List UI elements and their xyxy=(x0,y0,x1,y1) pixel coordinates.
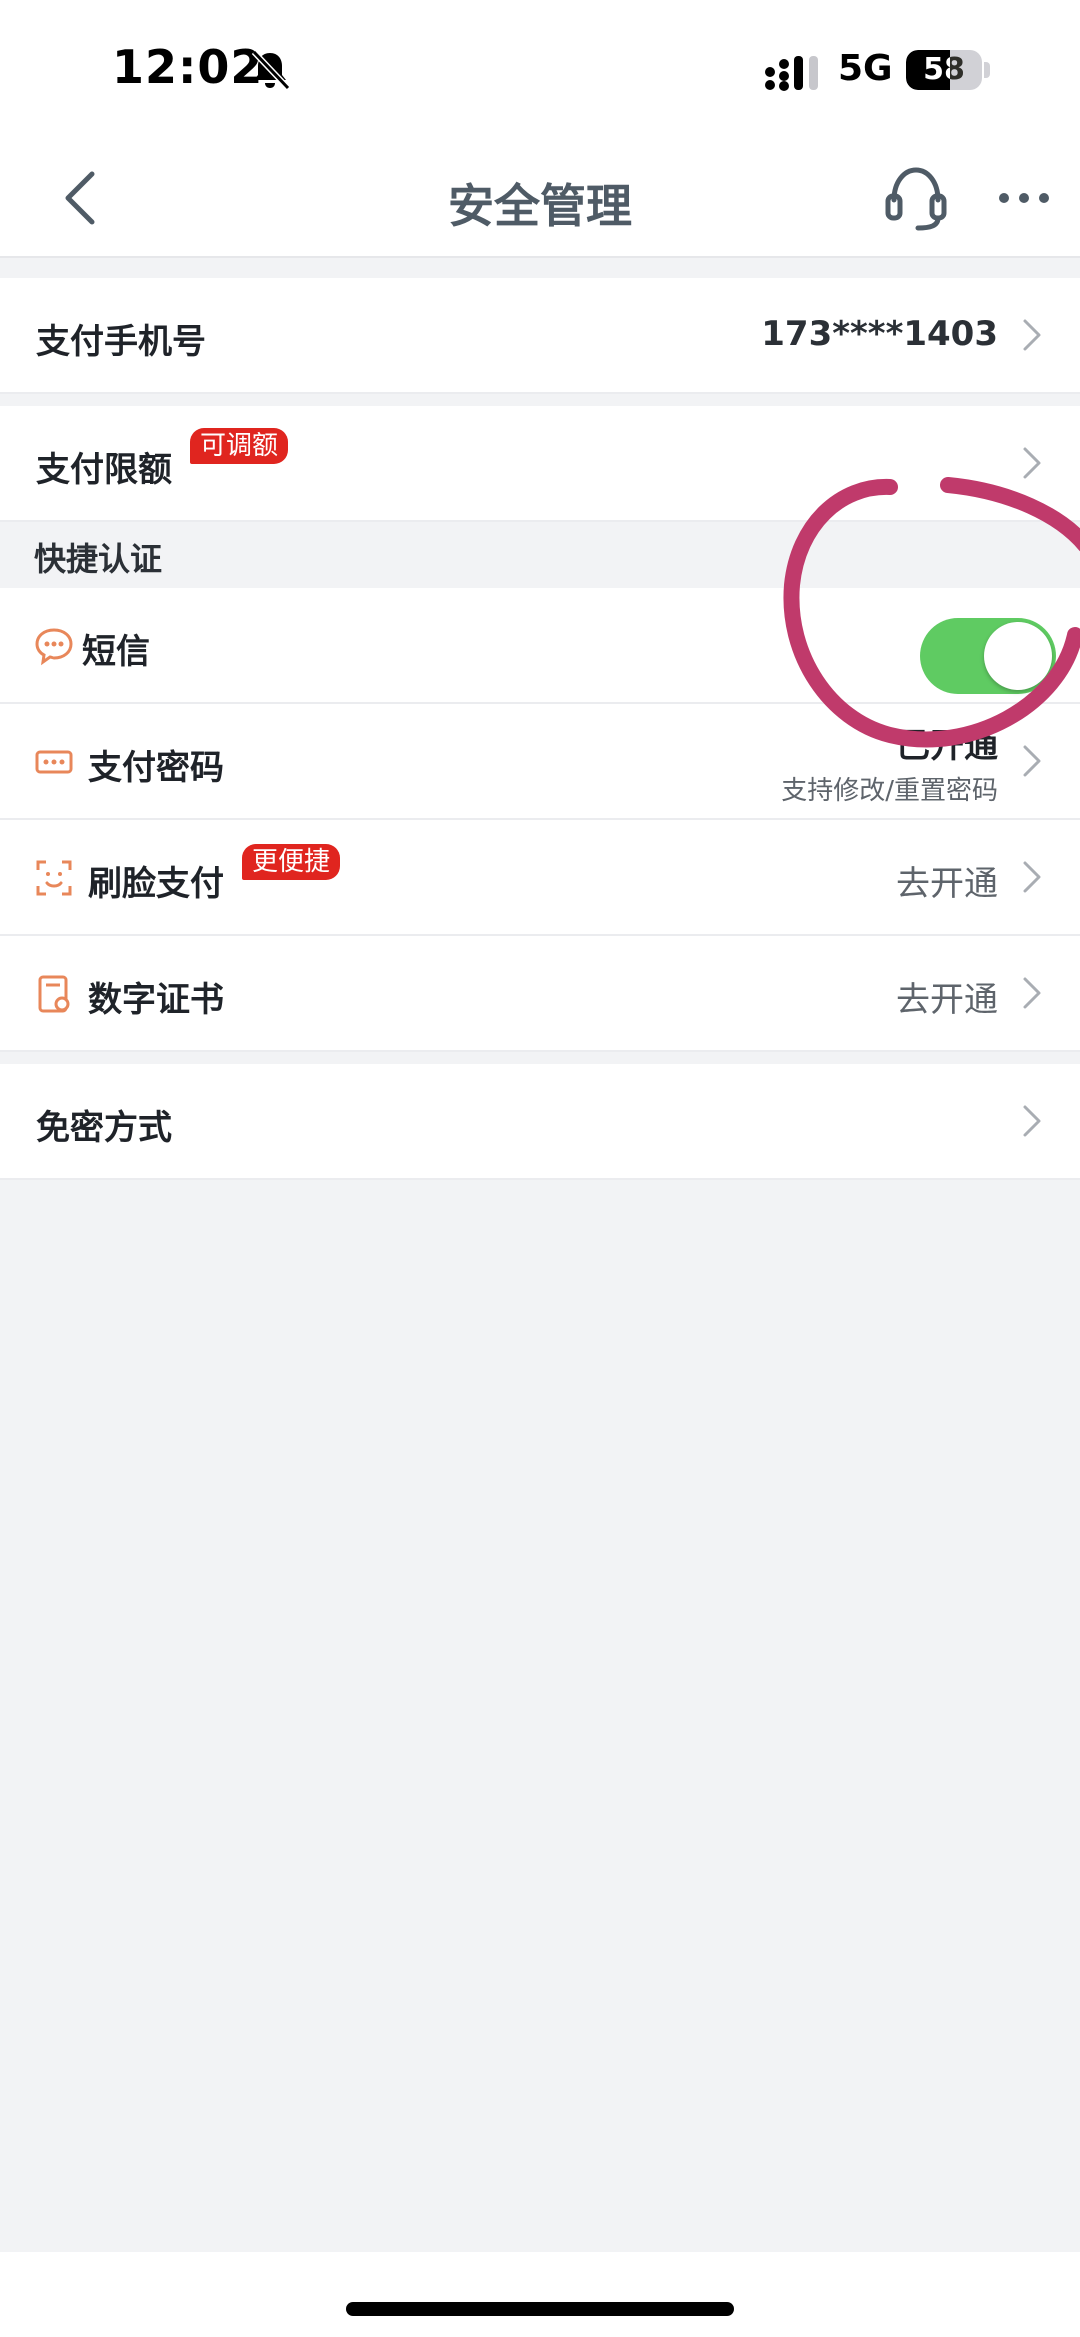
face-pay-label: 刷脸支付 xyxy=(88,864,224,904)
row-sms[interactable]: 短信 xyxy=(0,588,1080,704)
bell-muted-icon xyxy=(251,49,291,91)
digital-cert-value: 去开通 xyxy=(896,980,998,1020)
row-face-pay[interactable]: 刷脸支付 更便捷 去开通 xyxy=(0,820,1080,936)
battery-level: 58 xyxy=(923,52,965,87)
network-label: 5G xyxy=(838,48,893,89)
payment-password-value: 已开通 xyxy=(896,726,998,766)
row-payment-password[interactable]: 支付密码 已开通 支持修改/重置密码 xyxy=(0,704,1080,820)
payment-phone-label: 支付手机号 xyxy=(36,322,206,362)
password-icon xyxy=(35,750,73,774)
certificate-icon xyxy=(38,975,70,1013)
status-bar: 12:02 5G 58 xyxy=(0,0,1080,140)
face-scan-icon xyxy=(36,860,72,896)
chevron-right-icon xyxy=(1023,977,1041,1009)
digital-cert-label: 数字证书 xyxy=(88,980,224,1020)
status-time: 12:02 xyxy=(112,40,264,94)
sms-toggle[interactable] xyxy=(920,618,1056,694)
payment-limit-badge: 可调额 xyxy=(190,428,289,464)
chevron-right-icon xyxy=(1023,861,1041,893)
signal-icon xyxy=(765,56,818,91)
payment-limit-label: 支付限额 xyxy=(36,450,172,490)
sms-label: 短信 xyxy=(82,632,150,672)
battery-icon: 58 xyxy=(906,50,982,90)
payment-password-label: 支付密码 xyxy=(88,748,224,788)
face-pay-value: 去开通 xyxy=(896,864,998,904)
face-pay-badge: 更便捷 xyxy=(242,844,341,880)
row-payment-phone[interactable]: 支付手机号 173****1403 xyxy=(0,278,1080,394)
home-indicator[interactable] xyxy=(346,2302,734,2316)
chevron-right-icon xyxy=(1023,319,1041,351)
bottom-bar xyxy=(0,2252,1080,2337)
payment-password-subvalue: 支持修改/重置密码 xyxy=(781,776,998,806)
row-digital-cert[interactable]: 数字证书 去开通 xyxy=(0,936,1080,1052)
section-header-label: 快捷认证 xyxy=(34,540,163,578)
toggle-knob xyxy=(984,622,1052,690)
more-icon[interactable] xyxy=(996,180,1052,216)
row-payment-limit[interactable]: 支付限额 可调额 xyxy=(0,406,1080,522)
row-password-free[interactable]: 免密方式 xyxy=(0,1064,1080,1180)
screen: 12:02 5G 58 安全管理 支付手机号 173****1403 支付限额 … xyxy=(0,0,1080,2337)
section-header-quick-auth: 快捷认证 xyxy=(0,522,1080,586)
navbar: 安全管理 xyxy=(0,140,1080,258)
chevron-right-icon xyxy=(1023,745,1041,777)
headset-icon[interactable] xyxy=(884,162,948,234)
chevron-right-icon xyxy=(1023,1105,1041,1137)
payment-phone-value: 173****1403 xyxy=(761,314,998,354)
message-icon xyxy=(35,628,73,666)
password-free-label: 免密方式 xyxy=(36,1108,172,1148)
chevron-right-icon xyxy=(1023,447,1041,479)
battery-tip xyxy=(984,62,990,78)
